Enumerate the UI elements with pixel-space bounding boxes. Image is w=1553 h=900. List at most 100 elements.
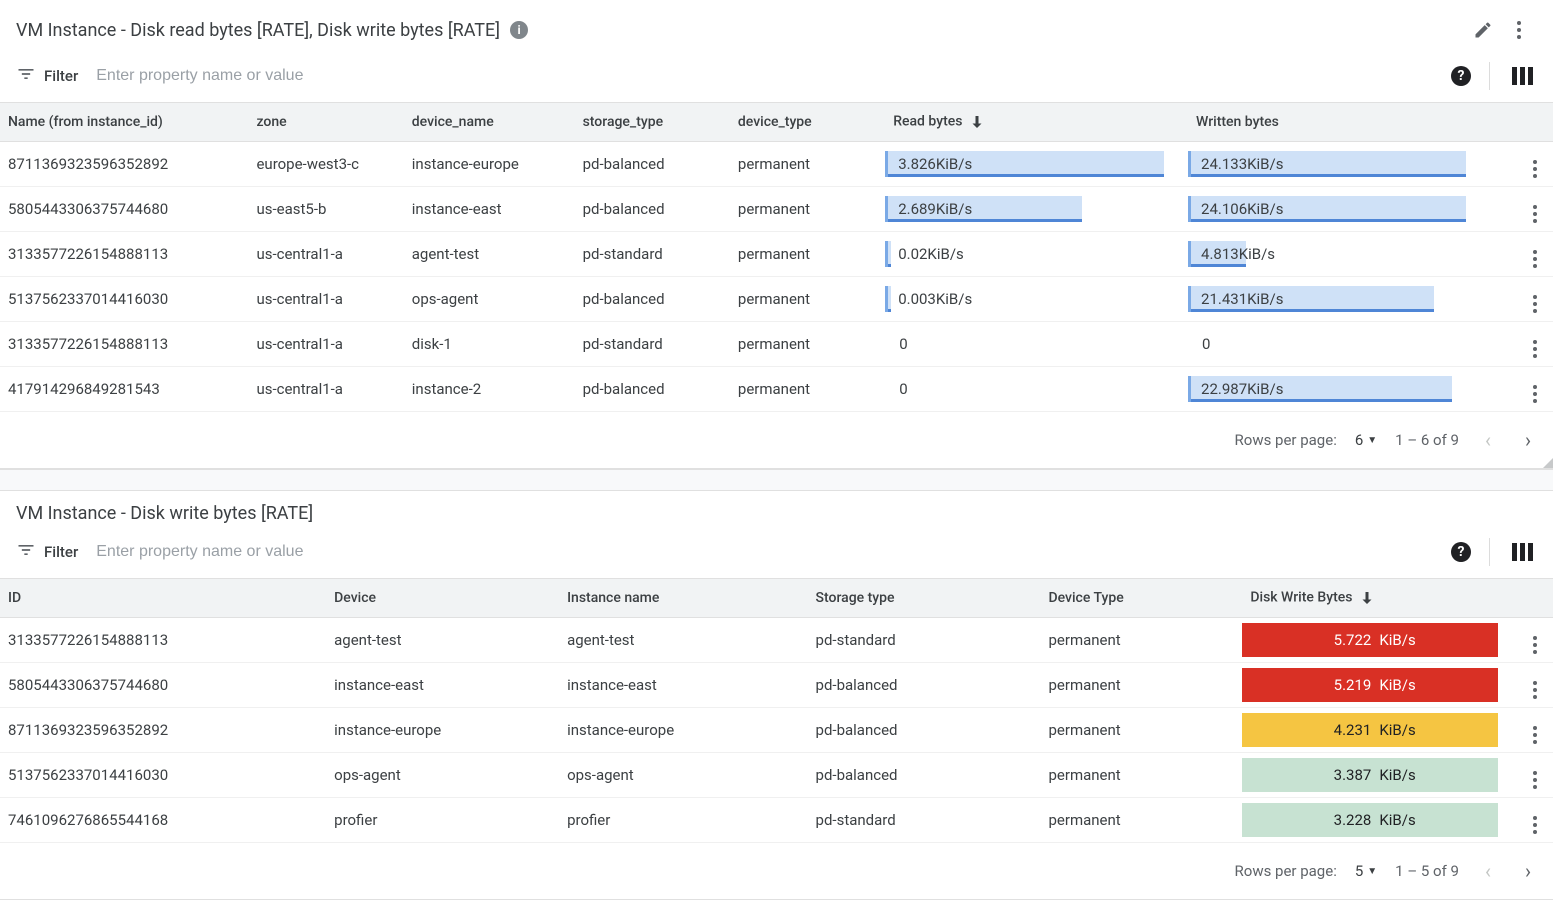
edit-icon[interactable] xyxy=(1465,12,1501,48)
metric-cell: 4.231KiB/s xyxy=(1242,708,1506,753)
next-page-icon[interactable]: › xyxy=(1517,855,1539,887)
row-menu-icon[interactable] xyxy=(1525,295,1545,313)
info-icon[interactable]: i xyxy=(510,21,528,39)
cell-id: 5805443306375744680 xyxy=(0,187,248,232)
col-header[interactable]: Device Type xyxy=(1040,579,1242,618)
cell-device: disk-1 xyxy=(404,322,575,367)
columns-icon[interactable] xyxy=(1508,543,1537,561)
metric-cell: 0 xyxy=(885,322,1188,367)
cell-id: 5137562337014416030 xyxy=(0,277,248,322)
col-header[interactable]: storage_type xyxy=(575,103,730,142)
cell-storage: pd-standard xyxy=(575,322,730,367)
cell-zone: us-central1-a xyxy=(248,232,403,277)
pagination: Rows per page: 6▼ 1 – 6 of 9 ‹ › xyxy=(0,412,1553,468)
table-row[interactable]: 417914296849281543us-central1-ainstance-… xyxy=(0,367,1553,412)
metric-cell: 24.133KiB/s xyxy=(1188,142,1491,187)
table-row[interactable]: 8711369323596352892europe-west3-cinstanc… xyxy=(0,142,1553,187)
col-header[interactable]: ID xyxy=(0,579,326,618)
cell-storage: pd-balanced xyxy=(575,277,730,322)
cell-storage: pd-balanced xyxy=(808,663,1041,708)
col-header[interactable]: Read bytes xyxy=(885,103,1188,142)
page-range: 1 – 5 of 9 xyxy=(1395,862,1459,880)
table-row[interactable]: 3133577226154888113us-central1-aagent-te… xyxy=(0,232,1553,277)
row-menu-icon[interactable] xyxy=(1525,816,1545,834)
columns-icon[interactable] xyxy=(1508,67,1537,85)
page-range: 1 – 6 of 9 xyxy=(1395,431,1459,449)
cell-storage: pd-standard xyxy=(575,232,730,277)
row-menu-icon[interactable] xyxy=(1525,771,1545,789)
col-header-actions xyxy=(1506,579,1553,618)
prev-page-icon[interactable]: ‹ xyxy=(1477,855,1499,887)
cell-actions xyxy=(1506,663,1553,708)
panel-disk-write: VM Instance - Disk write bytes [RATE] Fi… xyxy=(0,491,1553,900)
rows-per-page-value[interactable]: 6▼ xyxy=(1355,431,1377,449)
col-header[interactable]: Name (from instance_id) xyxy=(0,103,248,142)
cell-device: profier xyxy=(326,798,559,843)
metric-cell: 3.387KiB/s xyxy=(1242,753,1506,798)
metric-cell: 0.02KiB/s xyxy=(885,232,1188,277)
next-page-icon[interactable]: › xyxy=(1517,424,1539,456)
cell-zone: europe-west3-c xyxy=(248,142,403,187)
filter-input[interactable] xyxy=(94,542,1451,562)
table-row[interactable]: 5137562337014416030ops-agentops-agentpd-… xyxy=(0,753,1553,798)
table-row[interactable]: 3133577226154888113us-central1-adisk-1pd… xyxy=(0,322,1553,367)
row-menu-icon[interactable] xyxy=(1525,205,1545,223)
help-icon[interactable]: ? xyxy=(1451,542,1471,562)
row-menu-icon[interactable] xyxy=(1525,726,1545,744)
prev-page-icon[interactable]: ‹ xyxy=(1477,424,1499,456)
cell-devtype: permanent xyxy=(1040,753,1242,798)
row-menu-icon[interactable] xyxy=(1525,385,1545,403)
row-menu-icon[interactable] xyxy=(1525,681,1545,699)
resize-handle-icon[interactable] xyxy=(1543,458,1553,468)
cell-actions xyxy=(1506,753,1553,798)
cell-devtype: permanent xyxy=(730,232,885,277)
table-row[interactable]: 8711369323596352892instance-europeinstan… xyxy=(0,708,1553,753)
row-menu-icon[interactable] xyxy=(1525,636,1545,654)
col-header[interactable]: Disk Write Bytes xyxy=(1242,579,1506,618)
col-header[interactable]: device_name xyxy=(404,103,575,142)
cell-device: instance-europe xyxy=(326,708,559,753)
cell-device: agent-test xyxy=(404,232,575,277)
more-icon[interactable] xyxy=(1501,13,1537,47)
cell-instance: instance-europe xyxy=(559,708,807,753)
cell-device: instance-east xyxy=(326,663,559,708)
col-header[interactable]: Storage type xyxy=(808,579,1041,618)
cell-zone: us-central1-a xyxy=(248,277,403,322)
row-menu-icon[interactable] xyxy=(1525,250,1545,268)
cell-storage: pd-standard xyxy=(808,798,1041,843)
row-menu-icon[interactable] xyxy=(1525,340,1545,358)
cell-actions xyxy=(1491,322,1553,367)
cell-storage: pd-balanced xyxy=(808,753,1041,798)
col-header[interactable]: device_type xyxy=(730,103,885,142)
cell-storage: pd-balanced xyxy=(575,367,730,412)
metric-cell: 3.228KiB/s xyxy=(1242,798,1506,843)
cell-actions xyxy=(1506,798,1553,843)
filter-input[interactable] xyxy=(94,66,1451,86)
cell-instance: profier xyxy=(559,798,807,843)
cell-device: instance-east xyxy=(404,187,575,232)
cell-storage: pd-balanced xyxy=(808,708,1041,753)
rows-per-page-value[interactable]: 5▼ xyxy=(1355,862,1377,880)
metric-cell: 5.219KiB/s xyxy=(1242,663,1506,708)
table-row[interactable]: 7461096276865544168profierprofierpd-stan… xyxy=(0,798,1553,843)
table-row[interactable]: 5805443306375744680us-east5-binstance-ea… xyxy=(0,187,1553,232)
row-menu-icon[interactable] xyxy=(1525,160,1545,178)
metric-cell: 5.722KiB/s xyxy=(1242,618,1506,663)
cell-devtype: permanent xyxy=(730,277,885,322)
cell-id: 417914296849281543 xyxy=(0,367,248,412)
table-row[interactable]: 5137562337014416030us-central1-aops-agen… xyxy=(0,277,1553,322)
col-header[interactable]: zone xyxy=(248,103,403,142)
cell-devtype: permanent xyxy=(730,322,885,367)
table-row[interactable]: 3133577226154888113agent-testagent-testp… xyxy=(0,618,1553,663)
cell-actions xyxy=(1491,232,1553,277)
panel-disk-rw: VM Instance - Disk read bytes [RATE], Di… xyxy=(0,0,1553,469)
panel-title: VM Instance - Disk read bytes [RATE], Di… xyxy=(16,20,500,41)
metric-cell: 0 xyxy=(1188,322,1491,367)
col-header[interactable]: Written bytes xyxy=(1188,103,1491,142)
help-icon[interactable]: ? xyxy=(1451,66,1471,86)
col-header[interactable]: Instance name xyxy=(559,579,807,618)
col-header[interactable]: Device xyxy=(326,579,559,618)
table-row[interactable]: 5805443306375744680instance-eastinstance… xyxy=(0,663,1553,708)
panel-header: VM Instance - Disk write bytes [RATE] xyxy=(0,491,1553,530)
rows-per-page-label: Rows per page: xyxy=(1235,862,1337,880)
